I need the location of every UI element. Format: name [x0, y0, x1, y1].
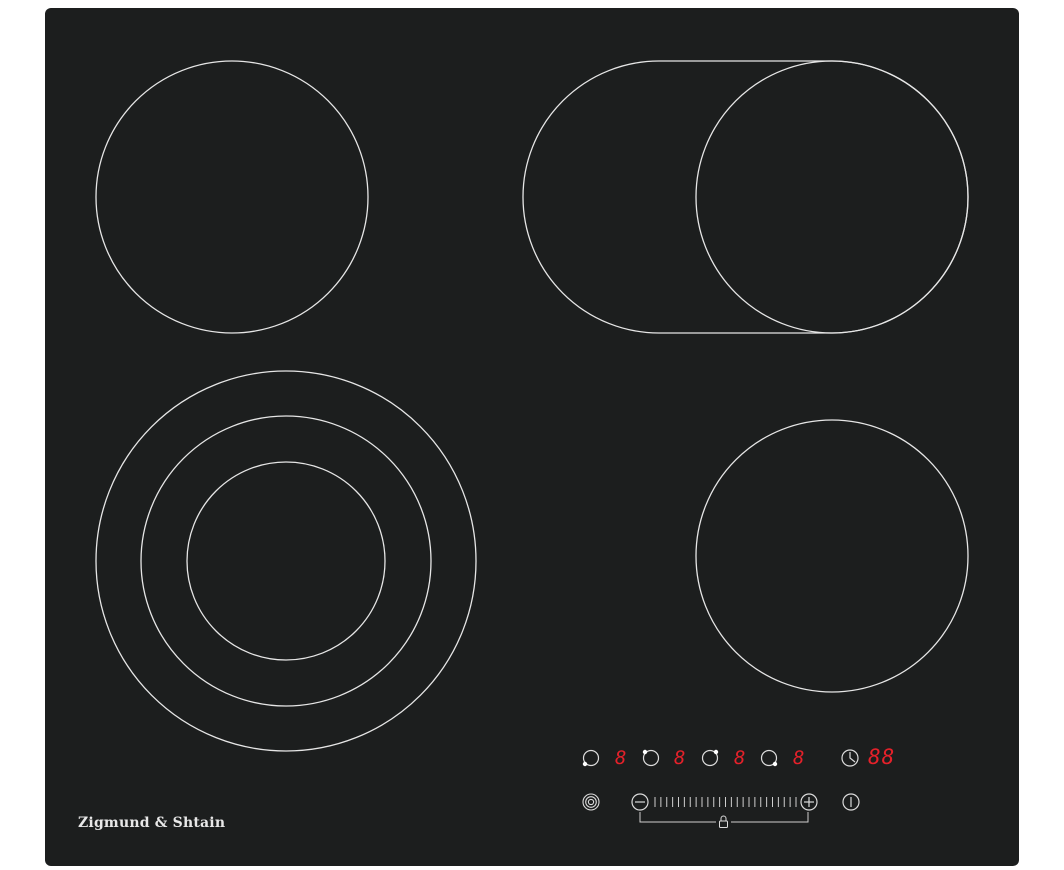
zone-1-select-button[interactable]	[581, 748, 601, 768]
lock-button[interactable]	[716, 815, 732, 829]
zone-4-select-button[interactable]	[759, 748, 779, 768]
zone-rear-right-inner	[695, 60, 969, 334]
zone-front-left-outer	[95, 370, 477, 752]
zone-3-select-button[interactable]	[700, 748, 720, 768]
zone-front-left-middle	[140, 415, 432, 707]
zone-rear-right-extended	[522, 60, 969, 334]
cooktop-markings	[95, 60, 969, 828]
zone-front-left-inner	[186, 461, 386, 661]
zone-display-3: 8	[734, 747, 746, 769]
zone-display-4: 8	[793, 747, 805, 769]
plus-button[interactable]	[799, 792, 819, 812]
minus-button[interactable]	[630, 792, 650, 812]
zone-front-right	[695, 419, 969, 693]
timer-display: 88	[868, 745, 896, 769]
power-level-slider[interactable]	[652, 794, 798, 810]
power-button[interactable]	[841, 792, 861, 812]
brand-logo: Zigmund & Shtain	[78, 815, 226, 831]
zone-display-1: 8	[615, 747, 627, 769]
zone-display-2: 8	[674, 747, 686, 769]
zone-2-select-button[interactable]	[641, 748, 661, 768]
dual-zone-button[interactable]	[581, 792, 601, 812]
timer-button[interactable]	[840, 748, 860, 768]
zone-rear-left	[95, 60, 369, 334]
